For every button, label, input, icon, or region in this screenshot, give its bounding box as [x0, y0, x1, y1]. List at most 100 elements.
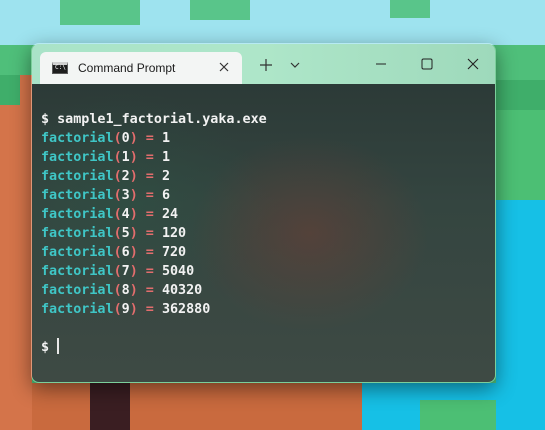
terminal-output[interactable]: $ sample1_factorial.yaka.exe factorial(0…: [32, 84, 495, 382]
wallpaper-block: [390, 0, 430, 18]
text-cursor: [57, 338, 60, 354]
result-value: 120: [161, 226, 187, 241]
output-line: factorial(8) = 40320: [41, 281, 495, 300]
argument: 0: [121, 131, 130, 146]
prompt-symbol: $: [41, 112, 50, 127]
function-name: factorial: [41, 207, 114, 222]
equals-sign: =: [137, 150, 162, 165]
argument: 2: [121, 169, 130, 184]
close-window-button[interactable]: [450, 50, 495, 78]
close-paren: ): [129, 283, 138, 298]
command-text: sample1_factorial.yaka.exe: [57, 112, 267, 127]
close-paren: ): [129, 207, 138, 222]
open-paren: (: [113, 131, 122, 146]
function-name: factorial: [41, 226, 114, 241]
result-value: 1: [161, 131, 170, 146]
result-value: 40320: [161, 283, 203, 298]
close-paren: ): [129, 302, 138, 317]
wallpaper-block: [60, 0, 140, 25]
argument: 6: [121, 245, 130, 260]
argument: 1: [121, 150, 130, 165]
argument: 9: [121, 302, 130, 317]
open-paren: (: [113, 302, 122, 317]
output-line: factorial(1) = 1: [41, 148, 495, 167]
wallpaper-block: [90, 383, 130, 430]
function-name: factorial: [41, 131, 114, 146]
wallpaper-block: [420, 400, 496, 430]
minimize-button[interactable]: [358, 50, 404, 78]
result-value: 1: [161, 150, 170, 165]
open-paren: (: [113, 226, 122, 241]
output-line: factorial(7) = 5040: [41, 262, 495, 281]
prompt-symbol: $: [41, 340, 50, 355]
open-paren: (: [113, 264, 122, 279]
equals-sign: =: [137, 188, 162, 203]
equals-sign: =: [137, 245, 162, 260]
output-line: factorial(4) = 24: [41, 205, 495, 224]
argument: 5: [121, 226, 130, 241]
close-paren: ): [129, 245, 138, 260]
function-name: factorial: [41, 169, 114, 184]
close-paren: ): [129, 169, 138, 184]
close-tab-icon[interactable]: [216, 59, 232, 75]
wallpaper-block: [0, 75, 32, 430]
result-value: 24: [161, 207, 179, 222]
result-value: 6: [161, 188, 170, 203]
close-paren: ): [129, 226, 138, 241]
open-paren: (: [113, 207, 122, 222]
output-line: factorial(6) = 720: [41, 243, 495, 262]
wallpaper-block: [496, 110, 545, 200]
terminal-icon: C:\: [52, 62, 68, 74]
open-paren: (: [113, 188, 122, 203]
function-name: factorial: [41, 188, 114, 203]
tab-title: Command Prompt: [78, 61, 176, 75]
command-line: $ sample1_factorial.yaka.exe: [41, 110, 495, 129]
result-value: 720: [161, 245, 187, 260]
title-bar[interactable]: C:\ Command Prompt: [32, 44, 495, 84]
function-name: factorial: [41, 264, 114, 279]
equals-sign: =: [137, 169, 162, 184]
argument: 7: [121, 264, 130, 279]
close-paren: ): [129, 131, 138, 146]
input-line[interactable]: $: [41, 338, 495, 357]
wallpaper-block: [496, 200, 545, 430]
equals-sign: =: [137, 131, 162, 146]
equals-sign: =: [137, 283, 162, 298]
result-value: 362880: [161, 302, 211, 317]
output-line: factorial(0) = 1: [41, 129, 495, 148]
wallpaper-block: [190, 0, 250, 20]
terminal-window: C:\ Command Prompt $ sample1_factorial.y…: [31, 43, 496, 383]
tab-command-prompt[interactable]: C:\ Command Prompt: [40, 52, 242, 84]
output-line: factorial(9) = 362880: [41, 300, 495, 319]
output-line: factorial(2) = 2: [41, 167, 495, 186]
wallpaper-block: [496, 80, 545, 110]
new-tab-button[interactable]: [255, 54, 277, 76]
maximize-button[interactable]: [404, 50, 450, 78]
equals-sign: =: [137, 226, 162, 241]
results-list: factorial(0) = 1 factorial(1) = 1 factoria…: [41, 129, 495, 319]
function-name: factorial: [41, 302, 114, 317]
function-name: factorial: [41, 245, 114, 260]
output-line: factorial(3) = 6: [41, 186, 495, 205]
equals-sign: =: [137, 302, 162, 317]
wallpaper-block: [32, 383, 362, 430]
close-paren: ): [129, 188, 138, 203]
open-paren: (: [113, 245, 122, 260]
close-paren: ): [129, 264, 138, 279]
argument: 4: [121, 207, 130, 222]
result-value: 5040: [161, 264, 195, 279]
open-paren: (: [113, 283, 122, 298]
argument: 3: [121, 188, 130, 203]
wallpaper-block: [0, 75, 20, 105]
dropdown-chevron-icon[interactable]: [284, 54, 306, 76]
open-paren: (: [113, 169, 122, 184]
function-name: factorial: [41, 283, 114, 298]
open-paren: (: [113, 150, 122, 165]
close-paren: ): [129, 150, 138, 165]
output-line: factorial(5) = 120: [41, 224, 495, 243]
equals-sign: =: [137, 264, 162, 279]
equals-sign: =: [137, 207, 162, 222]
result-value: 2: [161, 169, 170, 184]
argument: 8: [121, 283, 130, 298]
